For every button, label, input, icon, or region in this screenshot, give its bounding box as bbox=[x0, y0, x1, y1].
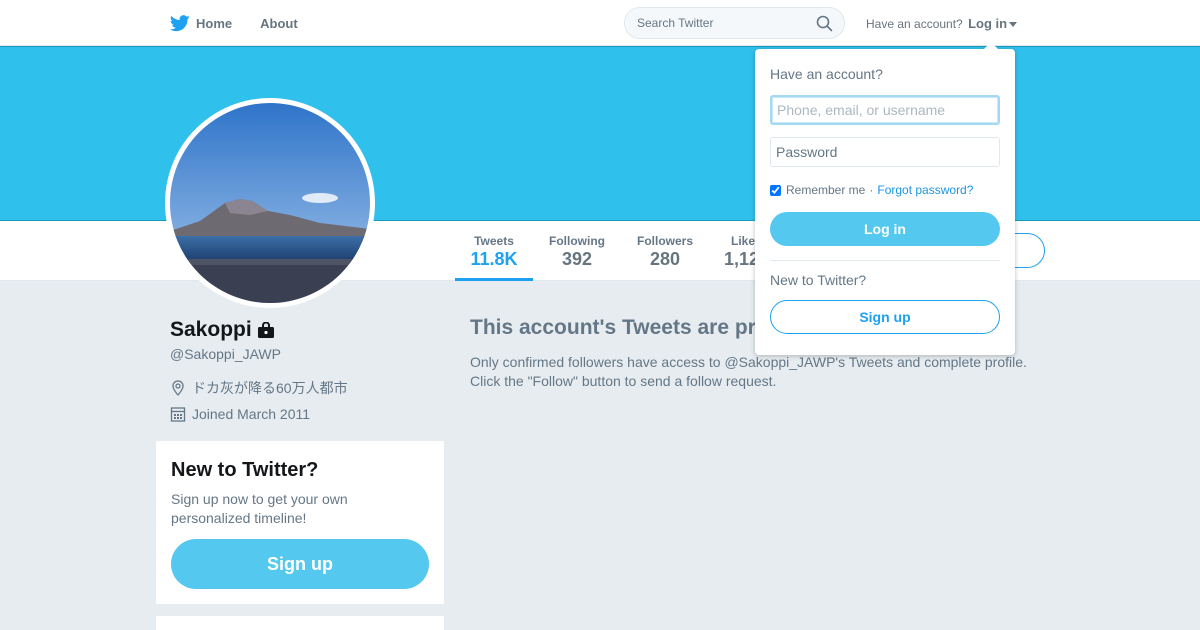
protected-title: This account's Tweets are protected. bbox=[470, 316, 770, 339]
active-tab-underline bbox=[455, 278, 533, 281]
search-placeholder: Search Twitter bbox=[637, 16, 714, 30]
top-navigation-bar: Home About Search Twitter Have an accoun… bbox=[0, 0, 1200, 46]
signup-card-text: Sign up now to get your own personalized… bbox=[171, 491, 348, 526]
profile-joined: Joined March 2011 bbox=[170, 406, 310, 422]
stat-followers-value: 280 bbox=[649, 249, 681, 269]
dropdown-signup-button[interactable]: Sign up bbox=[770, 300, 1000, 334]
signup-card: New to Twitter? Sign up now to get your … bbox=[156, 441, 444, 604]
login-dropdown: Have an account? Remember me · Forgot pa… bbox=[755, 42, 1015, 355]
dropdown-divider bbox=[770, 260, 1000, 261]
nav-home[interactable]: Home bbox=[170, 14, 233, 32]
search-input[interactable]: Search Twitter bbox=[624, 7, 845, 39]
stat-following-value: 392 bbox=[561, 249, 593, 269]
nav-home-label: Home bbox=[196, 15, 233, 31]
signup-card-button[interactable]: Sign up bbox=[171, 539, 429, 589]
twitter-bird-icon bbox=[170, 14, 190, 31]
stat-followers-label: Followers bbox=[636, 234, 693, 248]
location-text: ドカ灰が降る60万人都市 bbox=[192, 380, 348, 396]
have-account-login[interactable]: Have an account? Log in bbox=[866, 16, 1018, 31]
remember-row: Remember me · Forgot password? bbox=[770, 183, 973, 197]
protected-notice: Only confirmed followers have access to … bbox=[470, 353, 1070, 391]
profile-handle[interactable]: @Sakoppi_JAWP bbox=[170, 346, 281, 362]
profile-name: Sakoppi bbox=[170, 318, 275, 342]
calendar-icon bbox=[170, 407, 186, 422]
profile-location: ドカ灰が降る60万人都市 bbox=[170, 378, 348, 398]
caret-down-icon bbox=[1009, 22, 1018, 28]
avatar[interactable] bbox=[165, 98, 375, 308]
login-button[interactable]: Log in bbox=[770, 212, 1000, 246]
forgot-password-link[interactable]: Forgot password? bbox=[877, 183, 973, 197]
password-field[interactable] bbox=[770, 137, 1000, 167]
new-to-twitter-heading: New to Twitter? bbox=[770, 272, 867, 288]
username-field[interactable] bbox=[770, 95, 1000, 125]
stat-tweets-label: Tweets bbox=[474, 234, 514, 248]
protected-line-2: Click the "Follow" button to send a foll… bbox=[470, 373, 777, 389]
search-icon[interactable] bbox=[816, 15, 833, 32]
nav-about[interactable]: About bbox=[260, 16, 298, 31]
dropdown-arrow bbox=[984, 42, 998, 49]
nav-left: Home About bbox=[170, 0, 326, 46]
location-pin-icon bbox=[172, 380, 184, 396]
remember-me-label[interactable]: Remember me bbox=[786, 183, 865, 197]
have-account-text: Have an account? bbox=[866, 17, 963, 31]
remember-separator: · bbox=[869, 183, 874, 197]
stat-following[interactable]: Following 392 bbox=[547, 234, 607, 270]
protected-line-1: Only confirmed followers have access to … bbox=[470, 354, 1027, 370]
remember-me-checkbox[interactable] bbox=[770, 184, 781, 196]
profile-name-text: Sakoppi bbox=[170, 318, 252, 341]
signup-card-title: New to Twitter? bbox=[171, 459, 319, 481]
secondary-card bbox=[156, 616, 444, 630]
avatar-image bbox=[170, 103, 370, 303]
login-link[interactable]: Log in bbox=[968, 16, 1007, 31]
stat-tweets-value: 11.8K bbox=[470, 249, 518, 269]
stat-tweets[interactable]: Tweets 11.8K bbox=[470, 234, 518, 270]
stat-followers[interactable]: Followers 280 bbox=[635, 234, 695, 270]
dropdown-heading: Have an account? bbox=[770, 66, 883, 82]
lock-icon bbox=[257, 321, 274, 338]
joined-text: Joined March 2011 bbox=[192, 406, 311, 422]
nav-about-label: About bbox=[260, 15, 298, 31]
stat-following-label: Following bbox=[549, 234, 605, 248]
